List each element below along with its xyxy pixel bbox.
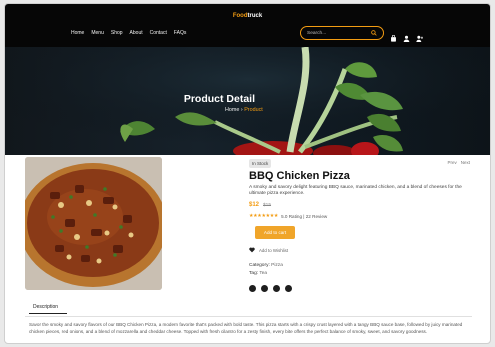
pinterest-icon[interactable] [285, 285, 292, 292]
brand-logo[interactable]: Foodtruck [5, 13, 490, 19]
brand-logo-part2: truck [247, 13, 263, 19]
prev-link[interactable]: Prev [447, 160, 456, 165]
nav-icon-group [390, 29, 423, 42]
product-pager: Prev Next [447, 160, 470, 165]
heart-icon[interactable] [249, 247, 255, 253]
product-price: $12 $15 [249, 202, 271, 208]
tag-value[interactable]: Tea [259, 271, 267, 276]
search-icon[interactable] [371, 30, 377, 36]
tag-label: Tag: [249, 271, 259, 276]
old-price: $15 [263, 203, 272, 208]
tab-description[interactable]: Description [33, 304, 58, 310]
rating-stars: ★★★★★★★ [249, 213, 279, 219]
category-label: Category: [249, 263, 270, 268]
tabs-divider [25, 316, 472, 317]
user-icon[interactable] [403, 29, 410, 42]
hero-banner: Product Detail Home › Product [5, 47, 490, 155]
add-to-wishlist[interactable]: Add to Wishlist [249, 247, 288, 253]
breadcrumb-home[interactable]: Home [225, 107, 239, 113]
product-description: A smoky and savory delight featuring BBQ… [249, 185, 462, 197]
nav-home[interactable]: Home [71, 30, 84, 36]
nav-menu[interactable]: Menu [91, 30, 104, 36]
category-row: Category: Pizza [249, 263, 283, 268]
facebook-icon[interactable] [249, 285, 256, 292]
user-add-icon[interactable] [416, 29, 423, 42]
active-tab-indicator [29, 313, 67, 314]
breadcrumb-current: Product [244, 107, 263, 113]
nav-about[interactable]: About [130, 30, 143, 36]
top-navbar: Foodtruck Home Menu Shop About Contact F… [5, 4, 490, 47]
product-title: BBQ Chicken Pizza [249, 170, 350, 182]
product-rating: ★★★★★★★ 5.0 Rating | 22 Review [249, 213, 327, 219]
rating-text: 5.0 Rating | 22 Review [281, 213, 328, 219]
product-image [25, 157, 162, 290]
search-box[interactable]: Search... [300, 26, 384, 40]
current-price: $12 [249, 202, 260, 208]
search-input[interactable]: Search... [307, 31, 326, 36]
tag-row: Tag: Tea [249, 271, 267, 276]
nav-faqs[interactable]: FAQs [174, 30, 187, 36]
description-body: Savor the smoky and savory flavors of ou… [29, 322, 463, 334]
brand-logo-part1: Food [232, 13, 248, 19]
nav-shop[interactable]: Shop [111, 30, 123, 36]
main-menu: Home Menu Shop About Contact FAQs [71, 30, 186, 36]
twitter-icon[interactable] [261, 285, 268, 292]
add-to-cart-button[interactable]: Add to cart [255, 226, 295, 239]
next-link[interactable]: Next [461, 160, 470, 165]
bag-icon[interactable] [390, 29, 397, 42]
page-title: Product Detail [183, 93, 255, 105]
instagram-icon[interactable] [273, 285, 280, 292]
stock-badge: In Stock [249, 159, 272, 168]
browser-frame: Foodtruck Home Menu Shop About Contact F… [4, 3, 491, 344]
social-links [249, 285, 292, 292]
wishlist-label: Add to Wishlist [259, 247, 289, 253]
nav-contact[interactable]: Contact [150, 30, 167, 36]
breadcrumb: Home › Product [225, 107, 263, 113]
category-value[interactable]: Pizza [271, 263, 283, 268]
